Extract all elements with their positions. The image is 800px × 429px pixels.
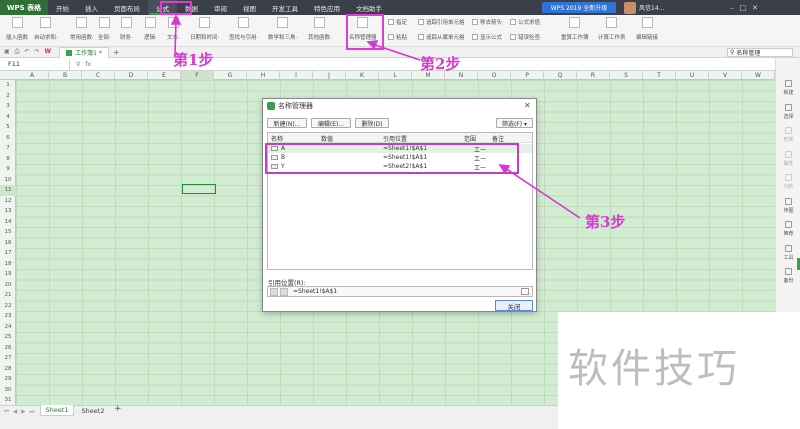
watermark-text: 软件技巧 bbox=[568, 346, 740, 392]
arrow-head-step1 bbox=[170, 14, 182, 25]
arrow-step3 bbox=[504, 167, 581, 219]
arrow-head-step2 bbox=[366, 40, 379, 50]
step2-label: 第2步 bbox=[420, 55, 461, 73]
arrow-head-step3 bbox=[498, 164, 511, 175]
arrow-step2 bbox=[371, 43, 421, 61]
step3-label: 第3步 bbox=[585, 213, 626, 231]
step1-label: 第1步 bbox=[173, 51, 214, 69]
